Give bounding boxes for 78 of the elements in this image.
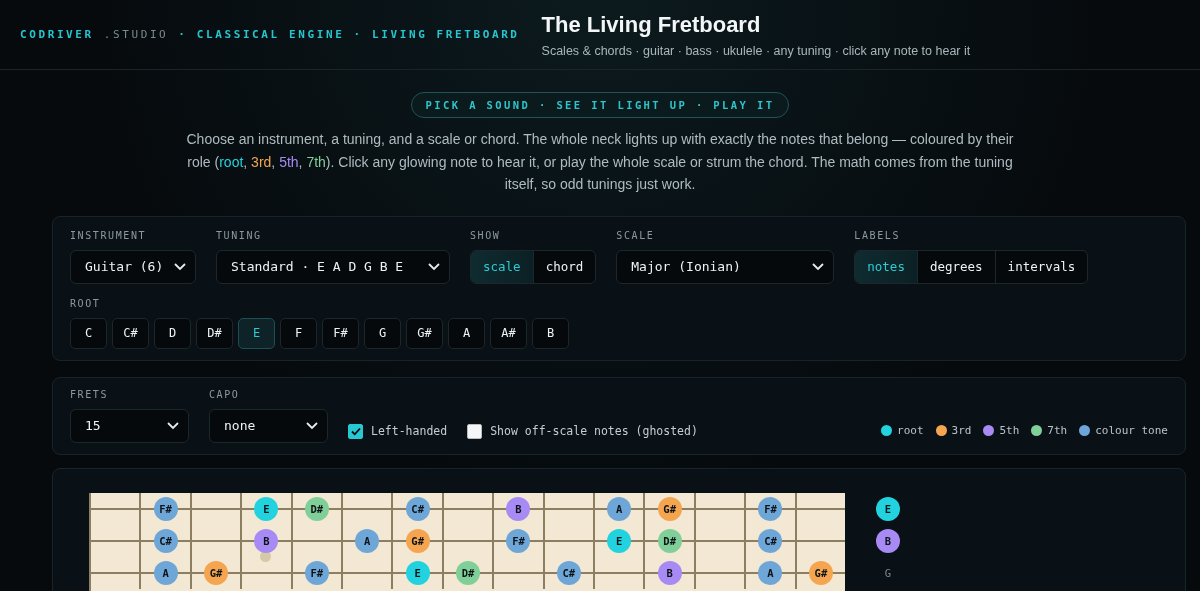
note-button[interactable]: G# [657,496,682,521]
root-note-button[interactable]: F [280,317,317,349]
intro-paragraph: Choose an instrument, a tuning, and a scale or chord. The whole neck lights up with exactly the notes that belong — coloured by their role (root, 3rd, 5th, 7th). Click any glowing note to hear it, or play the whole scale or strum the chord. The math comes from the tuning itself, so odd tunings just work. [185,130,1015,194]
chevron-down-icon [428,262,440,271]
chevron-down-icon [812,262,825,271]
root-note-button[interactable]: F# [322,317,359,349]
chevron-down-icon [306,421,318,430]
dropdown[interactable]: Major (Ionian) [616,249,835,284]
root-note-button[interactable]: E [238,317,275,349]
toggle-option[interactable]: intervals [995,250,1088,283]
toggle-option[interactable]: scale [471,250,534,283]
checkbox-label: Show off-scale notes (ghosted) [490,424,698,438]
chevron-down-icon [174,262,186,271]
legend-label: colour tone [1095,423,1168,437]
field-label: INSTRUMENT [70,229,148,241]
dropdown[interactable]: 15 [70,408,189,443]
note-button[interactable]: E [607,528,632,553]
note-button[interactable]: F# [153,496,178,521]
note-button[interactable]: F# [506,528,531,553]
dropdown[interactable]: Guitar (6) [70,249,196,284]
field-label: TUNING [216,229,263,241]
checkbox[interactable] [348,423,363,439]
tagline-pill: PICK A SOUND · SEE IT LIGHT UP · PLAY IT [410,92,790,118]
dropdown[interactable]: Standard · E A D G B E [216,249,450,284]
note-button[interactable]: A [758,560,783,585]
dropdown[interactable]: none [209,408,328,443]
open-string-note-button[interactable]: E [876,496,900,521]
note-button[interactable]: A [153,560,178,585]
page-subtitle: Scales & chords · guitar · bass · ukulele · any tuning · click any note to hear it [541,43,971,58]
note-button[interactable]: B [506,496,531,521]
root-note-button[interactable]: C [70,317,107,349]
note-button[interactable]: C# [153,528,178,553]
checkbox[interactable] [467,423,483,439]
root-note-button[interactable]: A# [490,317,527,349]
checkbox-label: Left-handed [371,424,448,438]
note-button[interactable]: E [254,496,279,521]
note-button[interactable]: D# [456,560,481,585]
field-label: LABELS [854,229,901,241]
legend-label: 5th [999,423,1020,437]
note-button[interactable]: E [405,560,430,585]
note-button[interactable]: G# [405,528,430,553]
root-note-button[interactable]: C# [112,317,149,349]
chevron-down-icon [167,421,179,430]
legend-label: 3rd [951,423,972,437]
note-button[interactable]: B [657,560,682,585]
toggle-option[interactable]: notes [855,250,918,283]
field-label: FRETS [70,388,110,400]
root-note-button[interactable]: B [532,317,569,349]
note-button[interactable]: C# [405,496,430,521]
root-note-button[interactable]: G [364,317,401,349]
toggle-option[interactable]: chord [533,250,596,283]
note-button[interactable]: C# [758,528,783,553]
open-string-label: G [884,566,892,579]
field-label: ROOT [70,297,102,309]
field-label: CAPO [209,388,241,400]
open-string-note-button[interactable]: B [876,528,900,553]
note-button[interactable]: G# [808,560,833,585]
brand-text: CODRIVER .STUDIO · CLASSICAL ENGINE · LIVING FRETBOARD [20,28,520,41]
note-button[interactable]: A [607,496,632,521]
fret-marker-dot [260,551,272,562]
field-label: SCALE [616,229,656,241]
note-button[interactable]: D# [304,496,329,521]
note-button[interactable]: B [254,528,279,553]
root-note-button[interactable]: D [154,317,191,349]
note-button[interactable]: A [355,528,380,553]
note-button[interactable]: G# [204,560,228,585]
note-button[interactable]: F# [758,496,783,521]
note-button[interactable]: C# [556,560,581,585]
legend-label: root [897,423,924,437]
root-note-button[interactable]: A [448,317,485,349]
root-note-button[interactable]: D# [196,317,233,349]
toggle-option[interactable]: degrees [917,250,996,283]
note-button[interactable]: D# [657,528,682,553]
note-button[interactable]: F# [304,560,329,585]
root-note-button[interactable]: G# [406,317,443,349]
field-label: SHOW [470,229,502,241]
legend-label: 7th [1047,423,1068,437]
page-title: The Living Fretboard [541,11,762,38]
